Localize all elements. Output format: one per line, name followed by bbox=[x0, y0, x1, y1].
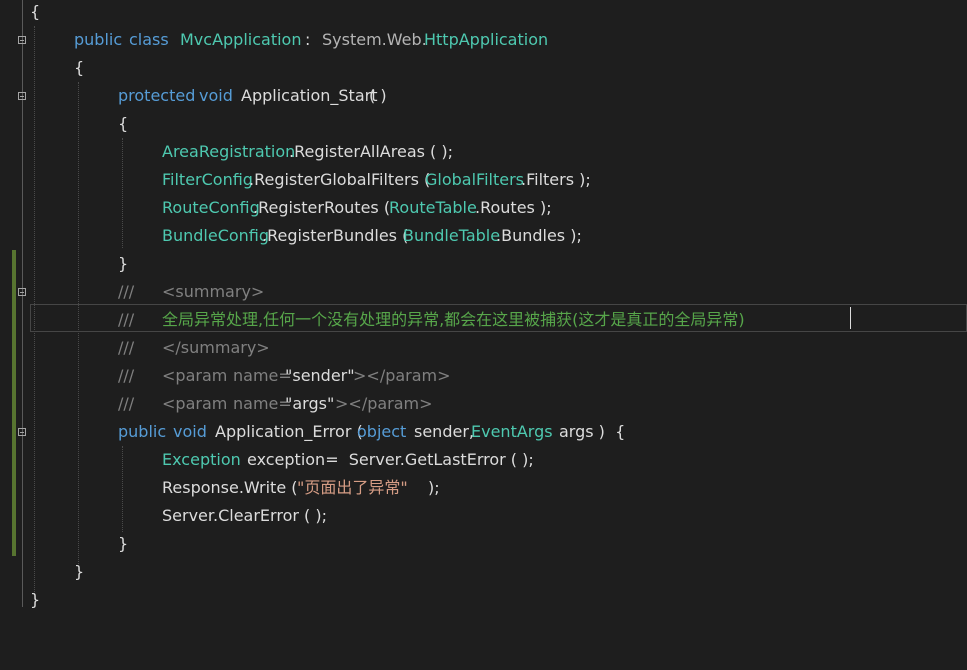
string-literal: "页面出了异常" bbox=[297, 478, 408, 497]
type-name: HttpApplication bbox=[424, 30, 549, 49]
statement-text: Response.Write ( bbox=[162, 478, 298, 497]
code-line[interactable]: BundleConfig .RegisterBundles ( BundleTa… bbox=[0, 222, 967, 250]
code-editor[interactable]: { public class MvcApplication : System.W… bbox=[0, 0, 967, 609]
xml-doc-tag: ></param> bbox=[335, 394, 433, 413]
xml-doc-tag: ></param> bbox=[353, 366, 451, 385]
brace: } bbox=[74, 562, 85, 581]
type-name: BundleConfig bbox=[162, 226, 270, 245]
code-line[interactable]: } bbox=[0, 250, 967, 278]
punctuation: : bbox=[305, 30, 311, 49]
code-line[interactable]: { bbox=[0, 110, 967, 138]
brace: } bbox=[118, 534, 129, 553]
class-name: MvcApplication bbox=[180, 30, 302, 49]
keyword: class bbox=[129, 30, 169, 49]
code-line[interactable]: { bbox=[0, 54, 967, 82]
code-line[interactable]: protected void Application_Start ( ) bbox=[0, 82, 967, 110]
code-line[interactable]: /// </summary> bbox=[0, 334, 967, 362]
xml-doc-tag: <param bbox=[162, 394, 228, 413]
keyword: protected bbox=[118, 86, 196, 105]
code-line[interactable]: } bbox=[0, 586, 967, 614]
xml-doc-tag: <param bbox=[162, 366, 228, 385]
type-name: FilterConfig bbox=[162, 170, 253, 189]
code-line[interactable]: AreaRegistration .RegisterAllAreas ( ); bbox=[0, 138, 967, 166]
keyword: public bbox=[118, 422, 167, 441]
code-line[interactable]: /// <param name= "args" ></param> bbox=[0, 390, 967, 418]
code-line[interactable]: Response.Write ( "页面出了异常" ); bbox=[0, 474, 967, 502]
statement-text: .Bundles ); bbox=[496, 226, 582, 245]
xml-doc-tag: <summary> bbox=[162, 282, 265, 301]
type-name: BundleTable bbox=[403, 226, 501, 245]
keyword: void bbox=[199, 86, 233, 105]
statement-text: .RegisterBundles ( bbox=[262, 226, 409, 245]
type-name: Exception bbox=[162, 450, 241, 469]
code-line[interactable]: Server.ClearError ( ); bbox=[0, 502, 967, 530]
type-name: AreaRegistration bbox=[162, 142, 296, 161]
method-name: Application_Start bbox=[241, 86, 378, 105]
doc-comment-prefix: /// bbox=[118, 394, 135, 413]
text-caret bbox=[850, 307, 851, 329]
type-name: RouteConfig bbox=[162, 198, 260, 217]
statement-text: .RegisterAllAreas ( ); bbox=[289, 142, 453, 161]
xml-doc-value: "args" bbox=[285, 394, 335, 413]
keyword: public bbox=[74, 30, 123, 49]
parameter-text: args ) { bbox=[559, 422, 626, 441]
punctuation: ( ) bbox=[369, 86, 387, 105]
parameter-text: sender, bbox=[414, 422, 474, 441]
type-name: EventArgs bbox=[471, 422, 553, 441]
brace: { bbox=[74, 58, 85, 77]
code-line[interactable]: } bbox=[0, 530, 967, 558]
statement-text: .Routes ); bbox=[475, 198, 552, 217]
method-name: Application_Error ( bbox=[215, 422, 363, 441]
doc-comment-prefix: /// bbox=[118, 310, 135, 329]
brace: } bbox=[30, 590, 41, 609]
code-line[interactable]: } bbox=[0, 558, 967, 586]
code-line[interactable]: public void Application_Error ( object s… bbox=[0, 418, 967, 446]
doc-comment-prefix: /// bbox=[118, 282, 135, 301]
statement-text: .RegisterGlobalFilters ( bbox=[249, 170, 431, 189]
code-line[interactable]: { bbox=[0, 0, 967, 26]
statement-text: ); bbox=[428, 478, 440, 497]
statement-text: Server.ClearError ( ); bbox=[162, 506, 327, 525]
statement-text: exception= Server.GetLastError ( ); bbox=[247, 450, 534, 469]
keyword: object bbox=[357, 422, 407, 441]
doc-comment-text: 全局异常处理,任何一个没有处理的异常,都会在这里被捕获(这才是真正的全局异常) bbox=[162, 310, 745, 329]
xml-doc-attribute: name= bbox=[233, 366, 292, 385]
xml-doc-value: "sender" bbox=[285, 366, 355, 385]
code-line[interactable]: /// 全局异常处理,任何一个没有处理的异常,都会在这里被捕获(这才是真正的全局… bbox=[0, 306, 967, 334]
code-line[interactable]: FilterConfig .RegisterGlobalFilters ( Gl… bbox=[0, 166, 967, 194]
xml-doc-attribute: name= bbox=[233, 394, 292, 413]
statement-text: .RegisterRoutes ( bbox=[253, 198, 391, 217]
code-line[interactable]: Exception exception= Server.GetLastError… bbox=[0, 446, 967, 474]
brace: } bbox=[118, 254, 129, 273]
code-line[interactable]: public class MvcApplication : System.Web… bbox=[0, 26, 967, 54]
statement-text: .Filters ); bbox=[521, 170, 591, 189]
code-line[interactable]: /// <param name= "sender" ></param> bbox=[0, 362, 967, 390]
type-name: RouteTable bbox=[389, 198, 477, 217]
code-line[interactable]: /// <summary> bbox=[0, 278, 967, 306]
doc-comment-prefix: /// bbox=[118, 366, 135, 385]
namespace-text: System.Web. bbox=[322, 30, 427, 49]
doc-comment-prefix: /// bbox=[118, 338, 135, 357]
brace: { bbox=[118, 114, 129, 133]
code-line[interactable]: RouteConfig .RegisterRoutes ( RouteTable… bbox=[0, 194, 967, 222]
type-name: GlobalFilters bbox=[425, 170, 524, 189]
keyword: void bbox=[173, 422, 207, 441]
xml-doc-tag: </summary> bbox=[162, 338, 270, 357]
namespace-open-brace: { bbox=[30, 2, 41, 21]
